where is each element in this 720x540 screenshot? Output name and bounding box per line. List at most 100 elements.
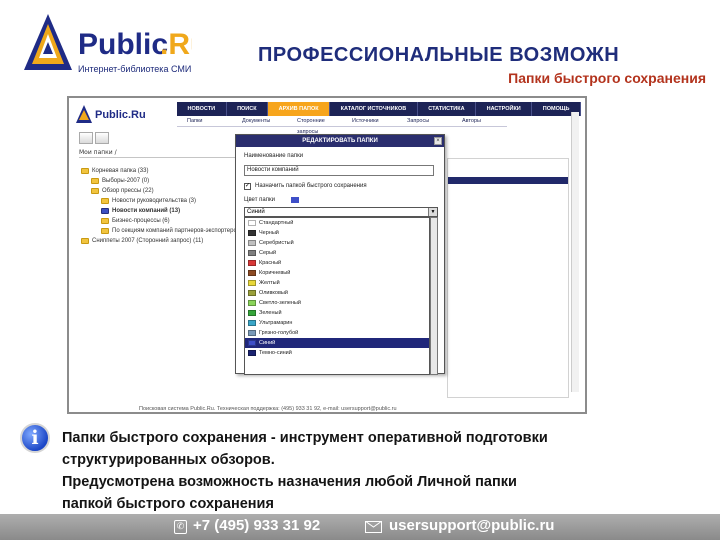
tree-item[interactable]: Выборы-2007 (0) xyxy=(81,176,249,186)
folder-name-input[interactable]: Новости компаний xyxy=(244,165,434,176)
color-option[interactable]: Темно-синий xyxy=(245,348,429,358)
color-option-label: Красный xyxy=(259,260,282,266)
subnav-authors[interactable]: Авторы xyxy=(452,116,507,126)
svg-text:Public: Public xyxy=(78,28,168,61)
nav-tab-folders[interactable]: АРХИВ ПАПОК xyxy=(268,102,331,116)
tree-item[interactable]: По секциям компаний партнеров-экспортеро… xyxy=(81,226,249,236)
tree-item[interactable]: Корневая папка (33) xyxy=(81,166,249,176)
edit-folder-dialog: РЕДАКТИРОВАТЬ ПАПКИ × Наименование папки… xyxy=(235,134,445,375)
color-option[interactable]: Грязно-голубой xyxy=(245,328,429,338)
folder-icon xyxy=(101,198,109,204)
subnav-sources[interactable]: Источники xyxy=(342,116,397,126)
color-swatch-icon xyxy=(248,230,256,236)
subnav-external-queries[interactable]: Сторонние запросы xyxy=(287,116,342,135)
subnav-documents[interactable]: Документы xyxy=(232,116,287,126)
color-option-label: Светло-зеленый xyxy=(259,300,301,306)
color-option-label: Желтый xyxy=(259,280,280,286)
color-option[interactable]: Серебристый xyxy=(245,238,429,248)
color-option[interactable]: Красный xyxy=(245,258,429,268)
color-swatch-icon xyxy=(248,310,256,316)
list-scrollbar[interactable] xyxy=(430,217,438,375)
color-option-label: Коричневый xyxy=(259,270,291,276)
tree-item[interactable]: Бизнес-процессы (6) xyxy=(81,216,249,226)
tree-item[interactable]: Сниппеты 2007 (Сторонний запрос) (11) xyxy=(81,236,249,246)
nav-tab-statistics[interactable]: СТАТИСТИКА xyxy=(418,102,477,116)
nav-tab-catalog[interactable]: КАТАЛОГ ИСТОЧНИКОВ xyxy=(330,102,418,116)
color-swatch-icon xyxy=(248,270,256,276)
folder-icon xyxy=(91,188,99,194)
logo-tagline: Интернет-библиотека СМИ xyxy=(78,64,192,74)
color-label: Цвет папки xyxy=(244,197,275,203)
color-option[interactable]: Стандартный xyxy=(245,218,429,228)
name-label: Наименование папки xyxy=(244,153,304,159)
color-swatch-icon xyxy=(248,290,256,296)
color-option[interactable]: Оливковый xyxy=(245,288,429,298)
close-icon[interactable]: × xyxy=(434,137,442,145)
color-option-label: Черный xyxy=(259,230,279,236)
color-swatch-icon xyxy=(248,220,256,226)
tree-item-label: Сниппеты 2007 (Сторонний запрос) (11) xyxy=(92,238,204,244)
color-swatch-icon xyxy=(248,330,256,336)
color-option[interactable]: Желтый xyxy=(245,278,429,288)
subnav-queries[interactable]: Запросы xyxy=(397,116,452,126)
page-scrollbar[interactable] xyxy=(571,112,579,392)
folder-icon xyxy=(81,238,89,244)
tree-item[interactable]: Новости руководительства (3) xyxy=(81,196,249,206)
page-subtitle: Папки быстрого сохранения xyxy=(508,70,706,86)
color-option-label: Стандартный xyxy=(259,220,294,226)
app-logo: Public.Ru xyxy=(76,105,146,123)
app-subnav: Папки Документы Сторонние запросы Источн… xyxy=(177,116,507,135)
color-swatch-icon xyxy=(248,260,256,266)
dialog-title: РЕДАКТИРОВАТЬ ПАПКИ xyxy=(236,135,444,147)
nav-tab-search[interactable]: ПОИСК xyxy=(227,102,269,116)
color-option[interactable]: Черный xyxy=(245,228,429,238)
color-option-label: Серый xyxy=(259,250,277,256)
color-option[interactable]: Синий xyxy=(245,338,429,348)
color-option-label: Серебристый xyxy=(259,240,294,246)
quick-save-checkbox[interactable]: ✓ xyxy=(244,183,251,190)
color-select[interactable]: Синий ▼ xyxy=(244,207,438,217)
page-title: ПРОФЕССИОНАЛЬНЫЕ ВОЗМОЖН xyxy=(258,44,620,66)
app-nav: НОВОСТИ ПОИСК АРХИВ ПАПОК КАТАЛОГ ИСТОЧН… xyxy=(177,102,581,116)
folder-icon xyxy=(101,228,109,234)
quick-save-label: Назначить папкой быстрого сохранения xyxy=(255,183,367,189)
color-option-label: Оливковый xyxy=(259,290,288,296)
tree-item-label: Выборы-2007 (0) xyxy=(102,178,150,184)
folder-icon xyxy=(101,208,109,214)
tree-item-label: Новости компаний (13) xyxy=(112,208,181,214)
breadcrumb[interactable]: Мои папки / xyxy=(79,149,117,156)
folder-tree: Корневая папка (33) Выборы-2007 (0) Обзо… xyxy=(81,166,249,246)
mail-icon xyxy=(365,521,382,533)
color-swatch-icon xyxy=(248,250,256,256)
folder-toolbar xyxy=(79,132,109,145)
color-swatch-icon xyxy=(248,300,256,306)
chevron-down-icon[interactable]: ▼ xyxy=(428,208,437,216)
nav-tab-news[interactable]: НОВОСТИ xyxy=(177,102,227,116)
tree-item-label: Бизнес-процессы (6) xyxy=(112,218,170,224)
color-option[interactable]: Ультрамарин xyxy=(245,318,429,328)
document-panel xyxy=(447,158,569,398)
contact-bar xyxy=(0,514,720,540)
phone-icon: ✆ xyxy=(174,520,187,534)
support-email[interactable]: usersupport@public.ru xyxy=(389,517,554,534)
color-option[interactable]: Серый xyxy=(245,248,429,258)
color-option[interactable]: Зеленый xyxy=(245,308,429,318)
info-icon: i xyxy=(20,423,50,453)
color-option[interactable]: Коричневый xyxy=(245,268,429,278)
color-option[interactable]: Светло-зеленый xyxy=(245,298,429,308)
tree-item-label: Корневая папка (33) xyxy=(92,168,149,174)
tree-item-label: Новости руководительства (3) xyxy=(112,198,197,204)
subnav-folders[interactable]: Папки xyxy=(177,116,232,126)
color-swatch-icon xyxy=(248,280,256,286)
color-option-label: Зеленый xyxy=(259,310,282,316)
edit-folder-icon[interactable] xyxy=(95,132,109,144)
color-swatch-icon xyxy=(248,350,256,356)
tree-item[interactable]: Новости компаний (13) xyxy=(81,206,249,216)
color-option-label: Синий xyxy=(259,340,276,346)
open-folder-icon[interactable] xyxy=(79,132,93,144)
phone-number[interactable]: +7 (495) 933 31 92 xyxy=(193,517,320,534)
tree-item[interactable]: Обзор прессы (22) xyxy=(81,186,249,196)
divider xyxy=(79,157,239,158)
nav-tab-settings[interactable]: НАСТРОЙКИ xyxy=(476,102,533,116)
color-select-value: Синий xyxy=(247,209,265,215)
